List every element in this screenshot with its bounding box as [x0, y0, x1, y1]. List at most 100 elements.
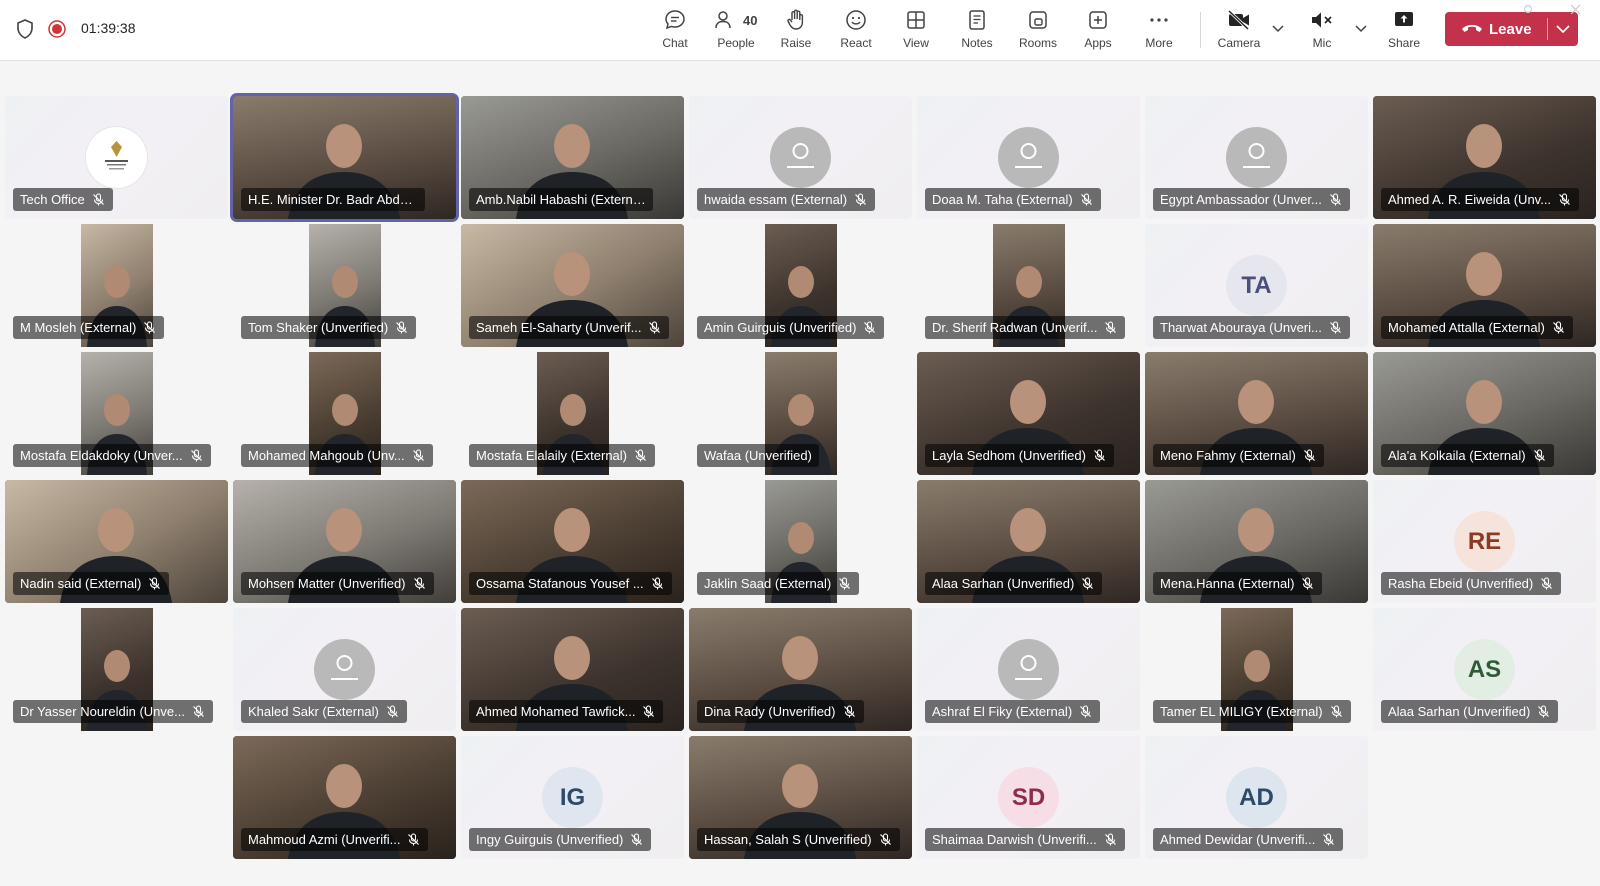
- participant-tile[interactable]: Amb.Nabil Habashi (External): [461, 96, 684, 219]
- participant-tile[interactable]: Ashraf El Fiky (External): [917, 608, 1140, 731]
- participant-name: Layla Sedhom (Unverified): [932, 448, 1086, 463]
- more-label: More: [1145, 36, 1173, 50]
- participant-tile[interactable]: Mohamed Mahgoub (Unv...: [233, 352, 456, 475]
- participant-tile[interactable]: Hassan, Salah S (Unverified): [689, 736, 912, 859]
- participant-tile[interactable]: SD Shaimaa Darwish (Unverifi...: [917, 736, 1140, 859]
- participant-tile[interactable]: Nadin said (External): [5, 480, 228, 603]
- raise-hand-button[interactable]: Raise: [766, 6, 826, 54]
- mic-off-icon: [1093, 449, 1105, 462]
- participant-tile[interactable]: Wafaa (Unverified): [689, 352, 912, 475]
- participant-name-tag: Hassan, Salah S (Unverified): [697, 828, 900, 851]
- participant-name-tag: Dr. Sherif Radwan (Unverif...: [925, 316, 1126, 339]
- mic-button[interactable]: Mic: [1292, 6, 1352, 54]
- participant-tile[interactable]: Mostafa Elalaily (External): [461, 352, 684, 475]
- participant-tile[interactable]: Egypt Ambassador (Unver...: [1145, 96, 1368, 219]
- mic-label: Mic: [1312, 36, 1332, 50]
- close-window-icon[interactable]: [1570, 4, 1581, 15]
- participant-tile[interactable]: Amin Guirguis (Unverified): [689, 224, 912, 347]
- participant-tile[interactable]: M Mosleh (External): [5, 224, 228, 347]
- participant-tile[interactable]: Tom Shaker (Unverified): [233, 224, 456, 347]
- participant-name-tag: Shaimaa Darwish (Unverifi...: [925, 828, 1125, 851]
- share-button[interactable]: Share: [1374, 6, 1434, 54]
- mic-off-icon: [1080, 705, 1092, 718]
- camera-options-chevron-icon[interactable]: [1270, 20, 1286, 36]
- camera-label: Camera: [1217, 36, 1261, 50]
- participant-name: Amin Guirguis (Unverified): [704, 320, 857, 335]
- participant-tile[interactable]: Doaa M. Taha (External): [917, 96, 1140, 219]
- chat-label: Chat: [662, 36, 688, 50]
- participant-name: Mostafa Elalaily (External): [476, 448, 627, 463]
- participant-name: Mena.Hanna (External): [1160, 576, 1295, 591]
- participant-tile[interactable]: Mena.Hanna (External): [1145, 480, 1368, 603]
- participant-tile[interactable]: Dr. Sherif Radwan (Unverif...: [917, 224, 1140, 347]
- rooms-button[interactable]: Rooms: [1008, 6, 1068, 54]
- participant-tile[interactable]: Mohsen Matter (Unverified): [233, 480, 456, 603]
- more-button[interactable]: More: [1129, 6, 1189, 54]
- participant-tile[interactable]: Ossama Stafanous Yousef ...: [461, 480, 684, 603]
- rooms-label: Rooms: [1018, 36, 1057, 50]
- participant-name-tag: Tom Shaker (Unverified): [241, 316, 417, 339]
- participant-name-tag: Rasha Ebeid (Unverified): [1381, 572, 1562, 595]
- participant-tile[interactable]: AS Alaa Sarhan (Unverified): [1373, 608, 1596, 731]
- leave-options-chevron-icon[interactable]: [1555, 22, 1571, 36]
- participant-tile[interactable]: H.E. Minister Dr. Badr Abdelatt...: [233, 96, 456, 219]
- mic-off-icon: [843, 705, 855, 718]
- notes-button[interactable]: Notes: [947, 6, 1007, 54]
- leave-button[interactable]: Leave: [1445, 12, 1578, 46]
- participant-name: Dina Rady (Unverified): [704, 704, 836, 719]
- participant-tile[interactable]: Layla Sedhom (Unverified): [917, 352, 1140, 475]
- meeting-toolbar: 01:39:38 Chat 40 People Raise React View…: [0, 0, 1600, 61]
- notes-label: Notes: [961, 36, 993, 50]
- participant-name: Nadin said (External): [20, 576, 142, 591]
- mic-off-icon: [1552, 321, 1564, 334]
- participant-tile[interactable]: Khaled Sakr (External): [233, 608, 456, 731]
- participant-name-tag: Mohamed Attalla (External): [1381, 316, 1573, 339]
- participant-tile[interactable]: Mohamed Attalla (External): [1373, 224, 1596, 347]
- participant-tile[interactable]: Sameh El-Saharty (Unverif...: [461, 224, 684, 347]
- participant-name: Mohsen Matter (Unverified): [248, 576, 406, 591]
- participant-tile[interactable]: Ahmed Mohamed Tawfick...: [461, 608, 684, 731]
- participant-tile[interactable]: Dina Rady (Unverified): [689, 608, 912, 731]
- participant-name: Rasha Ebeid (Unverified): [1388, 576, 1534, 591]
- participant-tile[interactable]: hwaida essam (External): [689, 96, 912, 219]
- participant-tile[interactable]: Mahmoud Azmi (Unverifi...: [233, 736, 456, 859]
- chat-button[interactable]: Chat: [645, 6, 705, 54]
- participant-tile[interactable]: Tamer EL MILIGY (External): [1145, 608, 1368, 731]
- participant-tile[interactable]: IG Ingy Guirguis (Unverified): [461, 736, 684, 859]
- minimize-icon[interactable]: [1523, 4, 1533, 14]
- grid-view-icon: [907, 11, 925, 29]
- participant-tile[interactable]: Ala'a Kolkaila (External): [1373, 352, 1596, 475]
- participant-tile[interactable]: Mostafa Eldakdoky (Unver...: [5, 352, 228, 475]
- people-button[interactable]: 40 People: [705, 6, 767, 54]
- participant-tile[interactable]: Jaklin Saad (External): [689, 480, 912, 603]
- participant-tile[interactable]: RE Rasha Ebeid (Unverified): [1373, 480, 1596, 603]
- mic-options-chevron-icon[interactable]: [1353, 20, 1369, 36]
- participant-tile[interactable]: TA Tharwat Abouraya (Unveri...: [1145, 224, 1368, 347]
- participant-name-tag: Khaled Sakr (External): [241, 700, 407, 723]
- view-button[interactable]: View: [886, 6, 946, 54]
- participant-name: Ala'a Kolkaila (External): [1388, 448, 1526, 463]
- mic-off-icon: [386, 705, 398, 718]
- default-avatar-icon: [1226, 127, 1287, 188]
- mic-off-icon: [631, 833, 643, 846]
- participant-name: Tech Office: [20, 192, 85, 207]
- participant-name: Mostafa Eldakdoky (Unver...: [20, 448, 183, 463]
- participant-name: Meno Fahmy (External): [1160, 448, 1296, 463]
- participant-tile[interactable]: Meno Fahmy (External): [1145, 352, 1368, 475]
- mic-off-icon: [396, 321, 408, 334]
- default-avatar-icon: [998, 127, 1059, 188]
- participant-name-tag: Ahmed Dewidar (Unverifi...: [1153, 828, 1344, 851]
- participant-tile[interactable]: Dr Yasser Noureldin (Unve...: [5, 608, 228, 731]
- participant-tile[interactable]: AD Ahmed Dewidar (Unverifi...: [1145, 736, 1368, 859]
- participant-name-tag: Mohamed Mahgoub (Unv...: [241, 444, 433, 467]
- shield-icon[interactable]: [16, 19, 34, 39]
- participant-tile[interactable]: Ahmed A. R. Eiweida (Unv...: [1373, 96, 1596, 219]
- participant-name-tag: Meno Fahmy (External): [1153, 444, 1324, 467]
- apps-button[interactable]: Apps: [1068, 6, 1128, 54]
- participant-grid: Tech Office H.E. Minister Dr. Badr Abdela…: [0, 96, 1600, 876]
- participant-tile[interactable]: Tech Office: [5, 96, 228, 219]
- camera-button[interactable]: Camera: [1209, 6, 1269, 54]
- react-button[interactable]: React: [826, 6, 886, 54]
- participant-tile[interactable]: Alaa Sarhan (Unverified): [917, 480, 1140, 603]
- participant-name: Mahmoud Azmi (Unverifi...: [248, 832, 401, 847]
